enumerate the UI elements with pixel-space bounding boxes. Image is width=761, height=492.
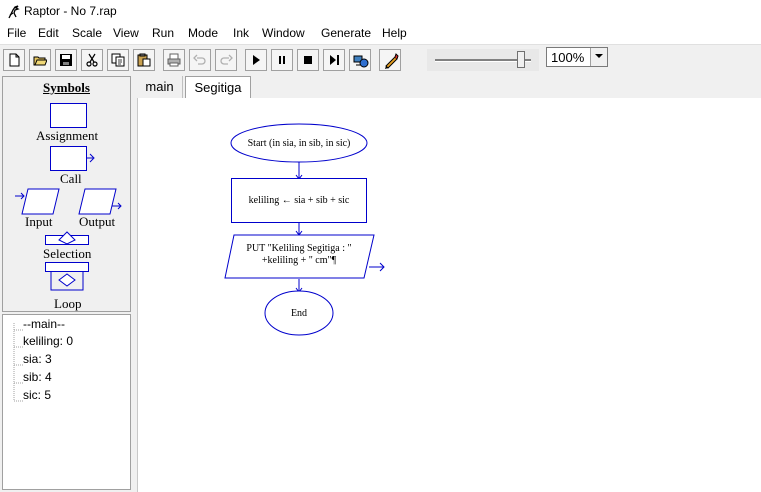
cut-button[interactable] xyxy=(81,49,103,71)
stop-button[interactable] xyxy=(297,49,319,71)
assignment-symbol[interactable] xyxy=(50,103,90,129)
left-panel: Symbols Assignment Call Input Output Sel… xyxy=(2,76,131,490)
paste-button[interactable] xyxy=(133,49,155,71)
copy-button[interactable] xyxy=(107,49,129,71)
menu-mode[interactable]: Mode xyxy=(188,26,218,40)
variables-panel: --main-- keliling: 0 sia: 3 sib: 4 sic: … xyxy=(2,314,131,490)
assignment-text: keliling ← sia + sib + sic xyxy=(249,195,350,206)
output-text-line1: PUT "Keliling Segitiga : " xyxy=(246,243,351,254)
end-text: End xyxy=(291,308,307,319)
output-label: Output xyxy=(79,214,116,229)
input-label: Input xyxy=(25,214,53,229)
test-server-button[interactable] xyxy=(349,49,371,71)
paste-clipboard-icon xyxy=(137,53,151,67)
var-sic[interactable]: sic: 5 xyxy=(23,388,51,402)
run-button[interactable] xyxy=(245,49,267,71)
ink-pen-button[interactable] xyxy=(379,49,401,71)
copy-icon xyxy=(111,53,125,67)
menu-run[interactable]: Run xyxy=(152,26,174,40)
print-button[interactable] xyxy=(163,49,185,71)
var-sia[interactable]: sia: 3 xyxy=(23,352,52,366)
symbols-panel: Symbols Assignment Call Input Output Sel… xyxy=(2,76,131,312)
new-file-icon xyxy=(9,53,20,67)
play-icon xyxy=(253,55,260,65)
var-keliling[interactable]: keliling: 0 xyxy=(23,334,73,348)
zoom-dropdown-button[interactable] xyxy=(590,48,607,66)
step-button[interactable] xyxy=(323,49,345,71)
menu-ink[interactable]: Ink xyxy=(233,26,249,40)
step-icon xyxy=(330,55,339,65)
menu-scale[interactable]: Scale xyxy=(72,26,102,40)
symbols-title: Symbols xyxy=(43,80,90,95)
pause-button[interactable] xyxy=(271,49,293,71)
open-folder-icon xyxy=(33,56,47,66)
call-label: Call xyxy=(60,171,82,186)
redo-button[interactable] xyxy=(215,49,237,71)
var-scope-main[interactable]: --main-- xyxy=(23,317,65,331)
zoom-value: 100% xyxy=(551,50,585,65)
menu-edit[interactable]: Edit xyxy=(38,26,59,40)
pause-icon xyxy=(279,56,285,64)
tab-main[interactable]: main xyxy=(137,76,183,98)
save-button[interactable] xyxy=(55,49,77,71)
menu-help[interactable]: Help xyxy=(382,26,407,40)
loop-label: Loop xyxy=(54,296,82,311)
zoom-select[interactable]: 100% xyxy=(546,47,608,67)
toolbar xyxy=(0,44,761,75)
input-symbol[interactable] xyxy=(15,188,61,216)
scissors-icon xyxy=(86,53,98,67)
menu-view[interactable]: View xyxy=(113,26,139,40)
loop-symbol[interactable] xyxy=(45,262,91,296)
redo-icon xyxy=(220,54,233,65)
new-button[interactable] xyxy=(3,49,25,71)
menu-bar: File Edit Scale View Run Mode Ink Window… xyxy=(0,24,761,44)
tab-segitiga[interactable]: Segitiga xyxy=(185,76,251,98)
title-bar: Raptor - No 7.rap xyxy=(0,0,761,24)
selection-label: Selection xyxy=(43,246,92,261)
network-globe-icon xyxy=(353,55,369,68)
pencil-icon xyxy=(385,53,399,69)
call-symbol[interactable] xyxy=(50,146,98,172)
var-sib[interactable]: sib: 4 xyxy=(23,370,52,384)
window-title: Raptor - No 7.rap xyxy=(24,4,117,18)
tab-strip: main Segitiga xyxy=(137,76,761,98)
output-text-line2: +keliling + " cm"¶ xyxy=(262,255,337,266)
speed-slider[interactable] xyxy=(427,49,539,71)
flowchart: Start (in sia, in sib, in sic) keliling … xyxy=(224,123,385,336)
speed-slider-thumb[interactable] xyxy=(517,51,526,68)
undo-icon xyxy=(193,54,206,65)
output-symbol[interactable] xyxy=(77,188,123,216)
save-disk-icon xyxy=(60,54,72,66)
printer-icon xyxy=(167,53,181,67)
undo-button[interactable] xyxy=(189,49,211,71)
stop-icon xyxy=(304,56,312,64)
menu-file[interactable]: File xyxy=(7,26,26,40)
open-button[interactable] xyxy=(29,49,51,71)
assignment-label: Assignment xyxy=(36,128,99,143)
chevron-down-icon xyxy=(595,54,603,58)
start-text: Start (in sia, in sib, in sic) xyxy=(248,138,351,149)
flowchart-canvas[interactable]: Start (in sia, in sib, in sic) keliling … xyxy=(137,98,761,492)
selection-symbol[interactable] xyxy=(45,231,91,247)
menu-window[interactable]: Window xyxy=(262,26,305,40)
raptor-app-icon xyxy=(8,5,20,19)
menu-generate[interactable]: Generate xyxy=(321,26,371,40)
